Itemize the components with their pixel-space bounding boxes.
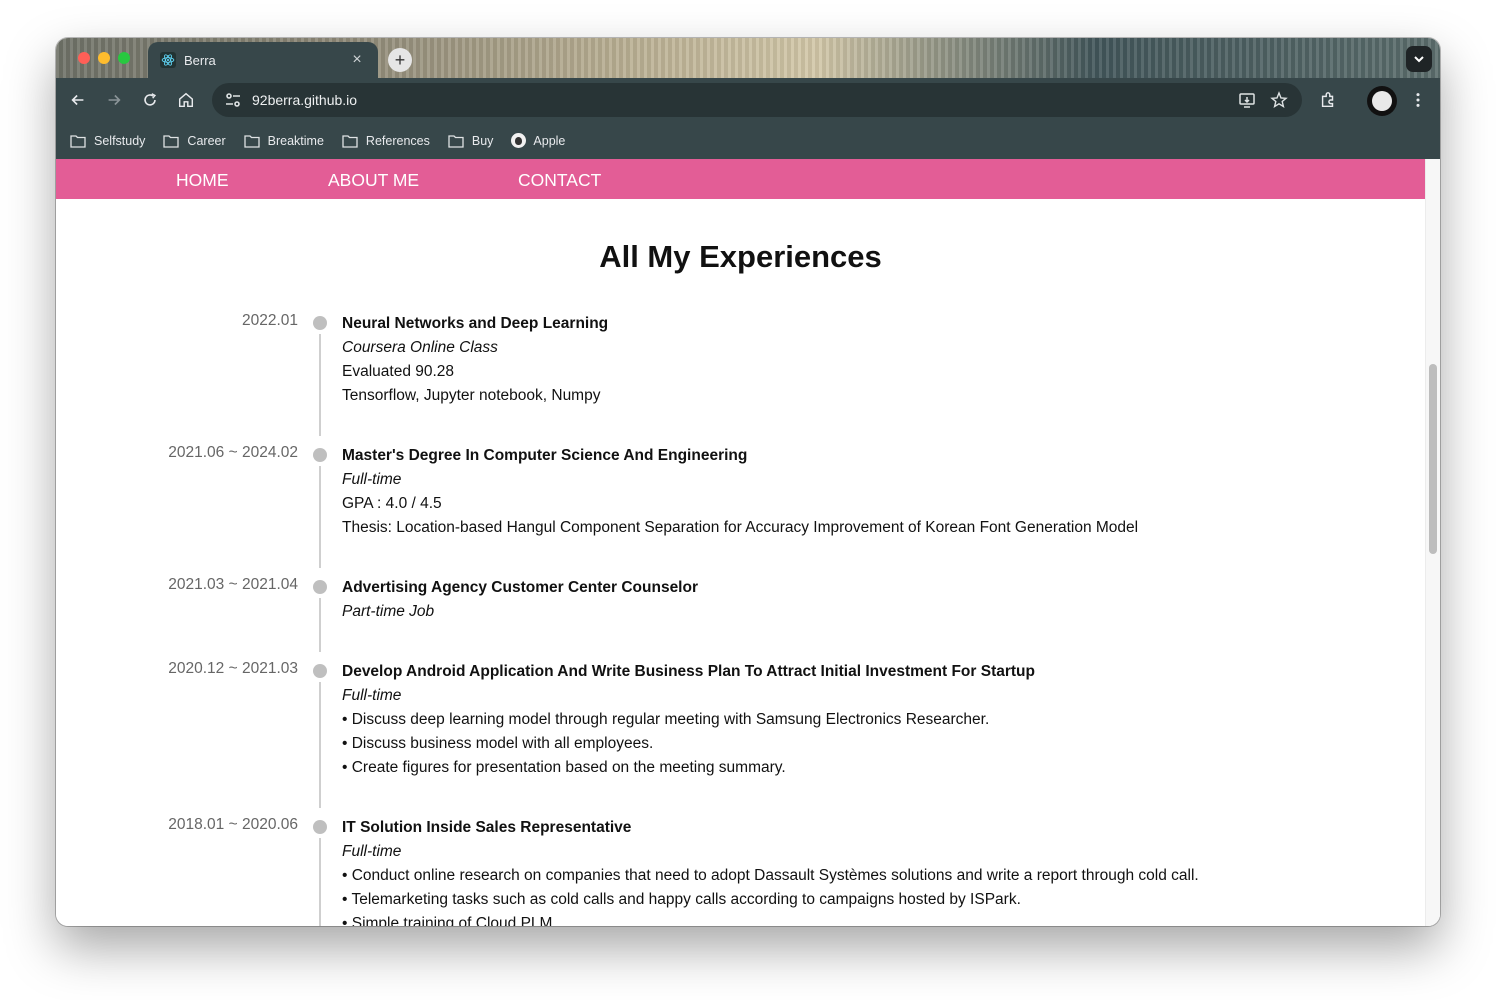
install-app-icon[interactable] [1236,89,1258,111]
timeline-dot [313,448,327,462]
bookmarks-bar: Selfstudy Career Breaktime References Buy App… [56,122,1440,159]
entry-content: Advertising Agency Customer Center Couns… [342,576,1402,624]
bookmark-label: Breaktime [267,133,324,148]
profile-avatar[interactable] [1367,86,1397,116]
timeline-dot [313,580,327,594]
entry-detail: • Discuss deep learning model through re… [342,711,990,728]
folder-icon [448,134,464,148]
tab-close-icon[interactable]: × [348,51,366,69]
entry-title: Neural Networks and Deep Learning [342,315,609,332]
browser-window: Berra × + 92berra.github.io Selfstudy Ca… [56,38,1440,926]
entry-subtitle: Full-time [342,843,402,860]
browser-tab[interactable]: Berra × [148,42,378,78]
entry-subtitle: Part-time Job [342,603,435,620]
folder-icon [163,134,180,148]
minimize-window-button[interactable] [98,52,110,64]
entry-title: Advertising Agency Customer Center Couns… [342,579,698,596]
entry-content: Master's Degree In Computer Science And … [342,444,1402,540]
entry-date: 2022.01 [241,312,298,329]
bookmark-label: References [365,133,430,148]
site-navbar: HOME ABOUT ME CONTACT [56,159,1425,199]
timeline-line [319,682,321,808]
bookmark-breaktime[interactable]: Breaktime [243,133,324,148]
timeline-line [319,334,321,436]
home-icon[interactable] [176,90,196,110]
nav-home-link[interactable]: HOME [176,170,229,191]
entry-date: 2021.06 ~ 2024.02 [168,444,298,461]
entry-content: IT Solution Inside Sales Representative F… [342,816,1402,926]
new-tab-button[interactable]: + [388,48,412,72]
avatar-face-icon [1372,91,1392,111]
timeline-line [319,598,321,652]
entry-date: 2021.03 ~ 2021.04 [168,576,298,593]
folder-icon [243,134,260,148]
entry-content: Develop Android Application And Write Bu… [342,660,1402,780]
bookmark-selfstudy[interactable]: Selfstudy [70,134,145,148]
apple-icon [511,133,527,148]
entry-title: Master's Degree In Computer Science And … [342,447,748,464]
zoom-window-button[interactable] [118,52,130,64]
reload-icon[interactable] [140,90,160,110]
page-title: All My Experiences [599,239,882,274]
entry-title: Develop Android Application And Write Bu… [342,663,1035,680]
tab-search-chevron-icon[interactable] [1406,46,1432,72]
nav-about-link[interactable]: ABOUT ME [328,170,419,191]
close-window-button[interactable] [78,52,90,64]
bookmark-label: Selfstudy [94,133,146,148]
browser-toolbar: 92berra.github.io [56,78,1440,122]
timeline-dot [313,664,327,678]
entry-title: IT Solution Inside Sales Representative [342,819,632,836]
entry-subtitle: Full-time [342,471,402,488]
entry-detail: • Telemarketing tasks such as cold calls… [342,891,1021,908]
entry-detail: • Simple training of Cloud PLM. [342,915,557,926]
forward-arrow-icon[interactable] [104,90,124,110]
address-bar[interactable]: 92berra.github.io [212,83,1302,117]
bookmark-star-icon[interactable] [1268,89,1290,111]
back-arrow-icon[interactable] [68,90,88,110]
entry-detail: • Conduct online research on companies t… [342,867,1199,884]
entry-detail: • Create figures for presentation based … [342,759,786,776]
entry-detail: Tensorflow, Jupyter notebook, Numpy [342,387,601,404]
entry-subtitle: Full-time [342,687,402,704]
timeline-line [319,838,321,926]
bookmark-label: Buy [471,133,494,148]
bookmark-career[interactable]: Career [163,133,226,148]
nav-contact-link[interactable]: CONTACT [518,170,601,191]
entry-subtitle: Coursera Online Class [342,339,498,356]
react-favicon-icon [160,52,176,68]
entry-content: Neural Networks and Deep Learning Courser… [342,312,1402,408]
bookmark-label: Career [187,133,226,148]
site-settings-icon[interactable] [224,91,242,109]
timeline-line [319,466,321,568]
entry-detail: Thesis: Location-based Hangul Component … [342,519,1139,536]
tab-strip: Berra × + [56,38,1440,78]
timeline-dot [313,820,327,834]
entry-detail: • Discuss business model with all employ… [342,735,654,752]
entry-detail: GPA : 4.0 / 4.5 [342,495,442,512]
web-page: HOME ABOUT ME CONTACT All My Experiences… [56,159,1440,926]
folder-icon [70,134,86,148]
bookmark-apple[interactable]: Apple [511,133,565,148]
timeline-dot [313,316,327,330]
scrollbar-thumb[interactable] [1429,364,1437,554]
tab-title: Berra [184,52,216,68]
entry-date: 2018.01 ~ 2020.06 [168,816,298,833]
extensions-puzzle-icon[interactable] [1318,90,1338,110]
bookmark-buy[interactable]: Buy [448,133,494,148]
entry-date: 2020.12 ~ 2021.03 [168,660,298,677]
url-text[interactable]: 92berra.github.io [252,92,1226,108]
bookmark-label: Apple [533,133,566,148]
folder-icon [342,134,358,148]
bookmark-references[interactable]: References [342,134,430,148]
more-menu-icon[interactable] [1408,90,1428,110]
entry-detail: Evaluated 90.28 [342,363,455,380]
